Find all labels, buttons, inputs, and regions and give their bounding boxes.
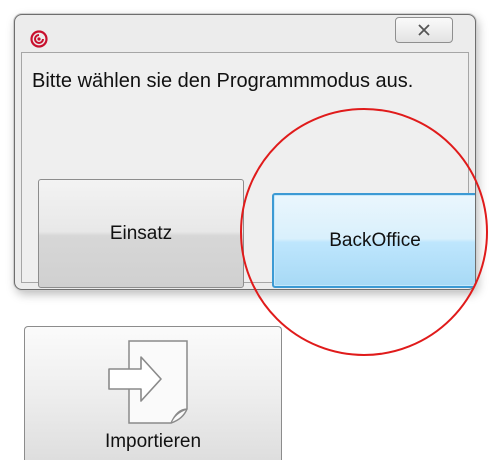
annotation-highlight-circle xyxy=(240,108,488,356)
close-x-icon xyxy=(418,24,430,36)
import-document-icon xyxy=(105,335,201,432)
screenshot-canvas: Bitte wählen sie den Programmmodus aus. … xyxy=(0,0,491,460)
import-button-label: Importieren xyxy=(104,431,202,452)
einsatz-button[interactable]: Einsatz xyxy=(38,179,244,288)
import-button[interactable]: Importieren xyxy=(24,326,282,460)
dialog-message: Bitte wählen sie den Programmmodus aus. xyxy=(32,70,414,92)
app-logo-icon xyxy=(30,30,48,48)
dialog-titlebar xyxy=(15,15,475,53)
close-button[interactable] xyxy=(395,17,453,43)
